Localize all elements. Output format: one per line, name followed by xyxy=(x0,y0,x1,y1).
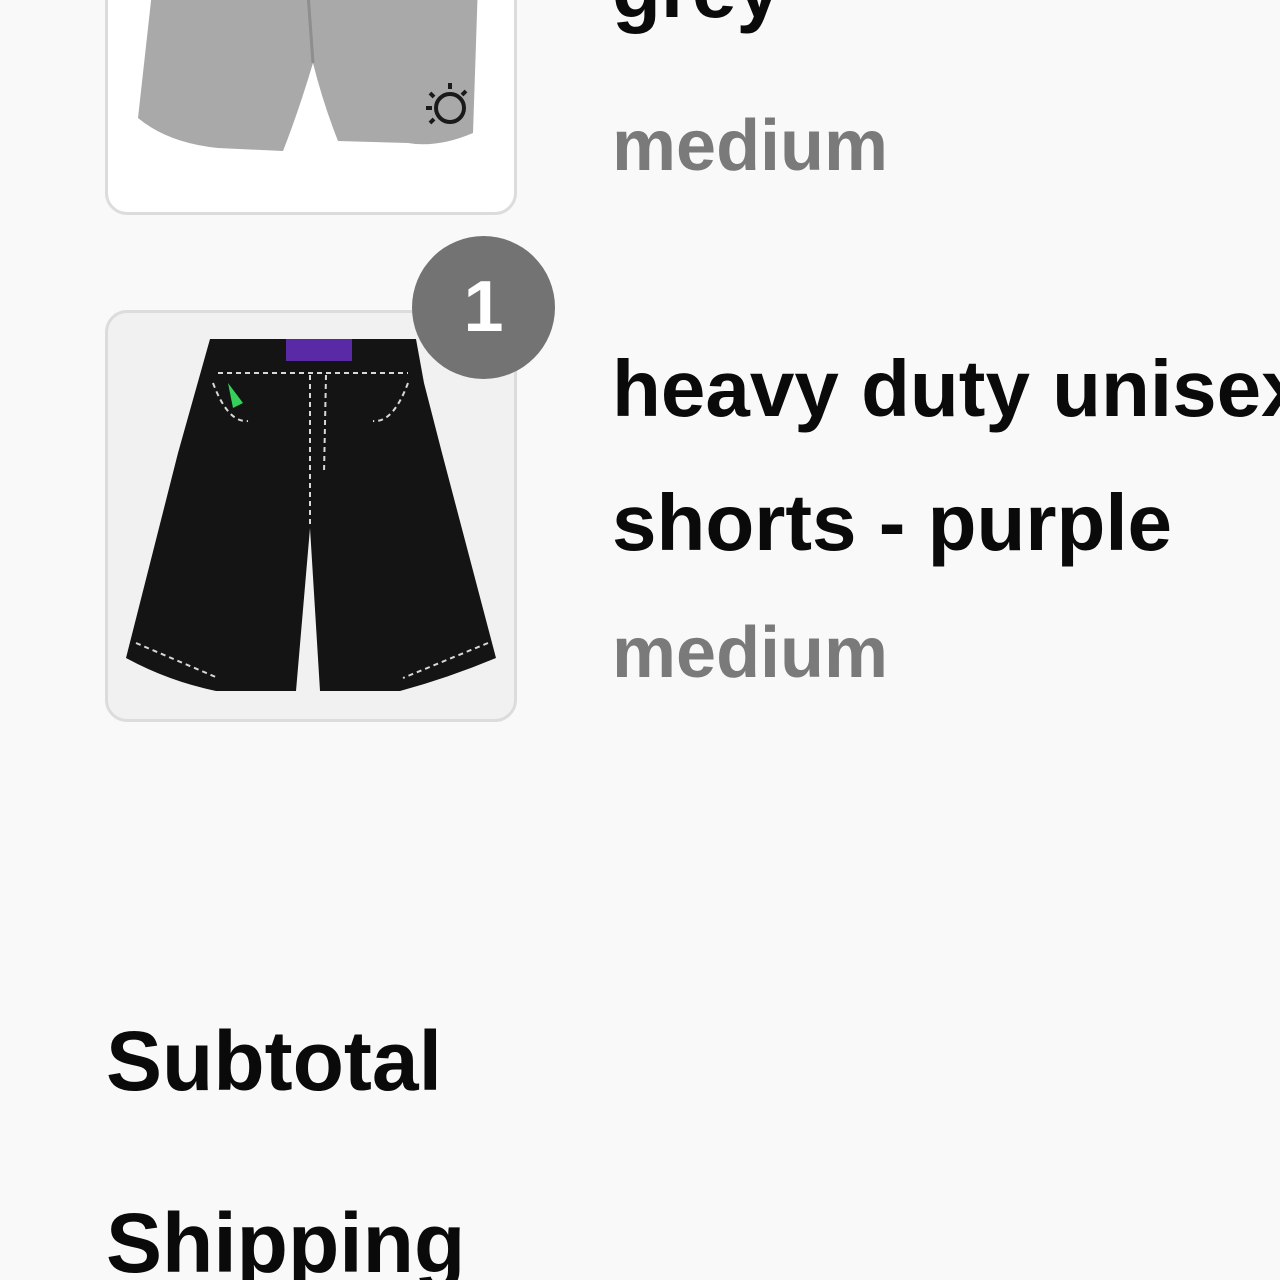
grey-shorts-image xyxy=(138,0,478,151)
cart-item-2-title[interactable]: heavy duty unisex shorts - purple xyxy=(612,322,1280,590)
cart-item-2-variant: medium xyxy=(612,613,889,693)
cart-item-1-variant: medium xyxy=(612,106,889,186)
cart-item-1-thumbnail[interactable] xyxy=(105,0,517,215)
shipping-label: Shipping xyxy=(106,1196,466,1280)
subtotal-label: Subtotal xyxy=(106,1014,442,1108)
black-denim-shorts-image xyxy=(126,339,496,691)
cart-item-1-title[interactable]: grey xyxy=(612,0,781,40)
cart-page: grey medium 1 heavy duty unisex shorts -… xyxy=(0,0,1280,1280)
quantity-badge: 1 xyxy=(412,236,555,379)
